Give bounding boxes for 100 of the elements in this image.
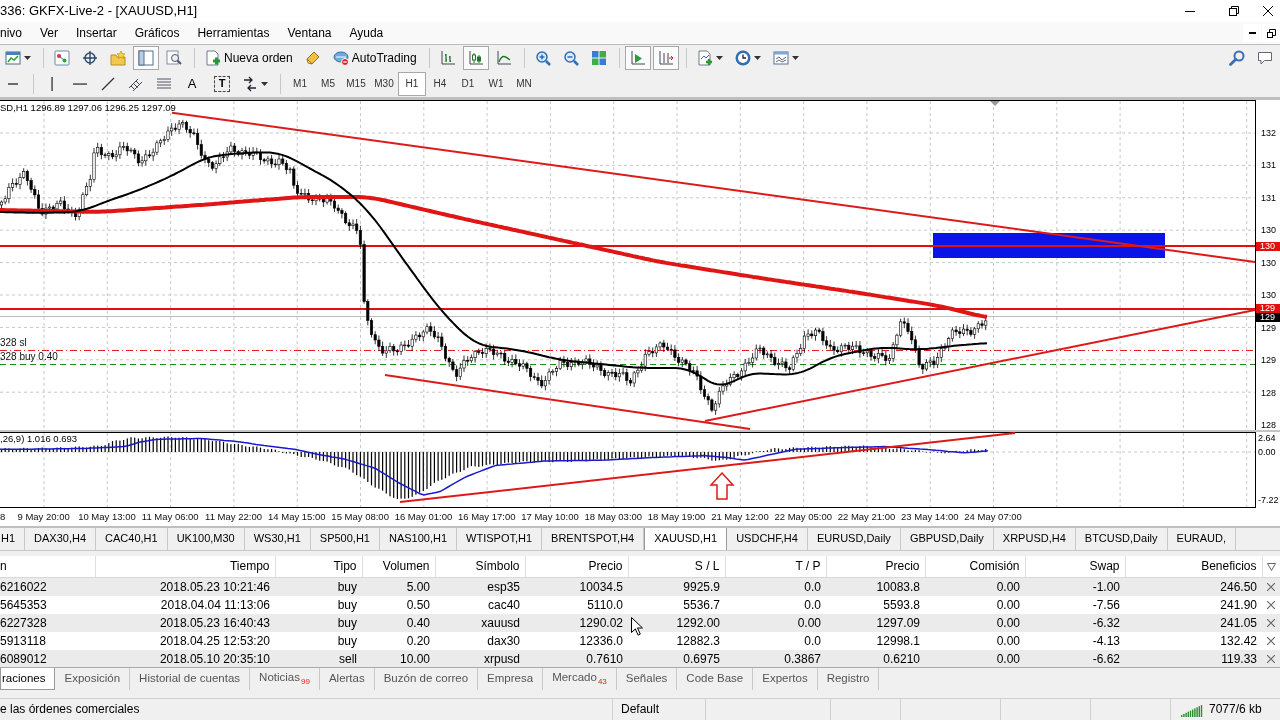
table-cell: -6.62 xyxy=(1025,649,1125,667)
menu-item[interactable]: nivo xyxy=(0,22,31,44)
chart-tab[interactable]: GBPUSD,Daily xyxy=(900,528,994,550)
close-icon[interactable] xyxy=(1267,583,1275,592)
chart-tab[interactable]: XRPUSD,H4 xyxy=(993,528,1076,550)
column-header[interactable]: Volumen xyxy=(362,556,435,577)
table-cell: 0.7610 xyxy=(525,649,628,667)
terminal-tab[interactable]: Historial de cuentas xyxy=(130,668,251,690)
chart-tab[interactable]: USDCHF,H4 xyxy=(727,528,808,550)
menu-item[interactable]: Gráficos xyxy=(125,22,189,44)
column-header[interactable]: Tipo xyxy=(275,556,362,577)
text-label-button[interactable]: T xyxy=(214,76,230,92)
terminal-tab[interactable]: Code Base xyxy=(677,668,754,690)
trendline-icon xyxy=(100,76,116,92)
menu-item[interactable]: Herramientas xyxy=(188,22,279,44)
table-cell: -6.32 xyxy=(1025,613,1125,632)
chart-tab[interactable]: WS30,H1 xyxy=(244,528,311,550)
chart-tab[interactable]: H1 xyxy=(0,528,26,550)
chart-tab[interactable]: WTISPOT,H1 xyxy=(457,528,543,550)
minimize-button[interactable] xyxy=(1243,24,1261,42)
caret-icon xyxy=(24,56,31,60)
column-header[interactable]: Swap xyxy=(1025,556,1125,577)
table-cell: 0.00 xyxy=(925,595,1025,614)
close-icon[interactable] xyxy=(1267,601,1275,610)
column-header[interactable]: S / L xyxy=(628,556,725,577)
timeframe-button[interactable]: M30 xyxy=(370,72,398,96)
terminal-tab[interactable]: Exposición xyxy=(55,668,131,690)
chart-tab[interactable]: NAS100,H1 xyxy=(379,528,458,550)
timeframe-button[interactable]: W1 xyxy=(482,72,510,96)
up-arrow-icon xyxy=(709,471,735,500)
timeframe-button[interactable]: M5 xyxy=(314,72,342,96)
terminal-tab[interactable]: Expertos xyxy=(753,668,818,690)
column-header[interactable]: T / P xyxy=(725,556,826,577)
indicator-legend: ,26,9) 1.016 0.693 xyxy=(0,433,78,444)
price-axis-label: 128 xyxy=(1260,387,1278,398)
close-icon[interactable] xyxy=(1267,637,1275,646)
timeframe-button[interactable]: MN xyxy=(510,72,538,96)
restore-button[interactable] xyxy=(1262,24,1280,42)
table-cell: buy xyxy=(275,613,362,632)
table-cell: 2018.05.10 20:35:10 xyxy=(95,649,275,667)
candlestick-icon xyxy=(467,50,484,66)
column-header[interactable]: n xyxy=(0,556,95,577)
table-cell: 6089012 xyxy=(0,649,95,667)
menu-item[interactable]: Ayuda xyxy=(340,22,393,44)
close-icon[interactable] xyxy=(1267,619,1275,628)
text-tool-button[interactable]: A xyxy=(179,72,205,96)
terminal-tab[interactable]: Noticias$_{99}$ xyxy=(250,668,320,690)
chart-tab[interactable]: EURUSD,Daily xyxy=(807,528,901,550)
cloud-stop-icon xyxy=(332,50,349,66)
price-axis-label: 131 xyxy=(1260,160,1278,171)
timeframe-button[interactable]: H1 xyxy=(398,72,426,96)
timeframe-button[interactable]: D1 xyxy=(454,72,482,96)
menu-item[interactable]: Ver xyxy=(31,22,68,44)
table-cell: 132.42 xyxy=(1125,631,1262,650)
chart-shift-icon xyxy=(657,50,674,66)
terminal-tab[interactable]: raciones xyxy=(0,668,56,690)
timeframe-button[interactable]: M15 xyxy=(342,72,370,96)
column-header[interactable]: Precio xyxy=(826,556,925,577)
table-cell: 12998.1 xyxy=(826,631,925,650)
auto-scroll-button[interactable] xyxy=(624,46,651,70)
chart-tab[interactable]: UK100,M30 xyxy=(167,528,245,550)
column-header[interactable]: Precio xyxy=(525,556,628,577)
terminal-tab[interactable]: Empresa xyxy=(478,668,544,690)
new-order-button[interactable]: Nueva orden xyxy=(200,46,298,70)
profile-name: Default xyxy=(621,702,660,717)
order-label: 328 sl xyxy=(0,337,28,349)
chart-tab[interactable]: XAUUSD,H1 xyxy=(644,528,728,550)
terminal-tab[interactable]: Mercado$_{43}$ xyxy=(543,668,617,690)
down-triangle-icon[interactable] xyxy=(1266,562,1276,571)
table-cell: 0.6210 xyxy=(826,649,925,667)
terminal-tab[interactable]: Buzón de correo xyxy=(374,668,479,690)
timeframe-button[interactable]: M1 xyxy=(286,72,314,96)
menu-item[interactable]: Ventana xyxy=(278,22,341,44)
autotrading-button[interactable]: AutoTrading xyxy=(327,46,422,70)
table-cell: 2018.05.23 16:40:43 xyxy=(95,613,275,632)
chart-tab[interactable]: CAC40,H1 xyxy=(96,528,168,550)
chart-tab[interactable]: DAX30,H4 xyxy=(25,528,97,550)
status-hint: e las órdenes comerciales xyxy=(0,702,140,717)
column-header[interactable]: Tiempo xyxy=(95,556,275,577)
table-cell: buy xyxy=(275,595,362,614)
terminal-tab[interactable]: Alertas xyxy=(319,668,375,690)
close-icon[interactable] xyxy=(1267,655,1275,664)
indicator-axis-label: 2.64 xyxy=(1258,433,1277,443)
column-header[interactable]: Símbolo xyxy=(435,556,525,577)
time-axis-label: 9 May 20:00 xyxy=(16,510,71,524)
terminal-tab[interactable]: Señales xyxy=(616,668,678,690)
terminal-tab[interactable]: Registro xyxy=(817,668,880,690)
table-cell: 1292.00 xyxy=(628,613,725,632)
chart-tab[interactable]: EURAUD, xyxy=(1167,528,1237,550)
column-header[interactable]: Beneficios xyxy=(1125,556,1262,577)
chart-tab[interactable]: BTCUSD,Daily xyxy=(1075,528,1168,550)
chart-legend: SD,H1 1296.89 1297.06 1296.25 1297.09 xyxy=(0,102,176,113)
price-tag: 129 xyxy=(1256,304,1280,313)
column-header[interactable]: Comisión xyxy=(925,556,1025,577)
chart-shift-button[interactable] xyxy=(652,46,679,70)
candlestick-button[interactable] xyxy=(462,46,489,70)
menu-item[interactable]: Insertar xyxy=(67,22,126,44)
price-axis-label: 130 xyxy=(1260,257,1278,268)
timeframe-button[interactable]: H4 xyxy=(426,72,454,96)
chart-tab[interactable]: SP500,H1 xyxy=(310,528,380,550)
